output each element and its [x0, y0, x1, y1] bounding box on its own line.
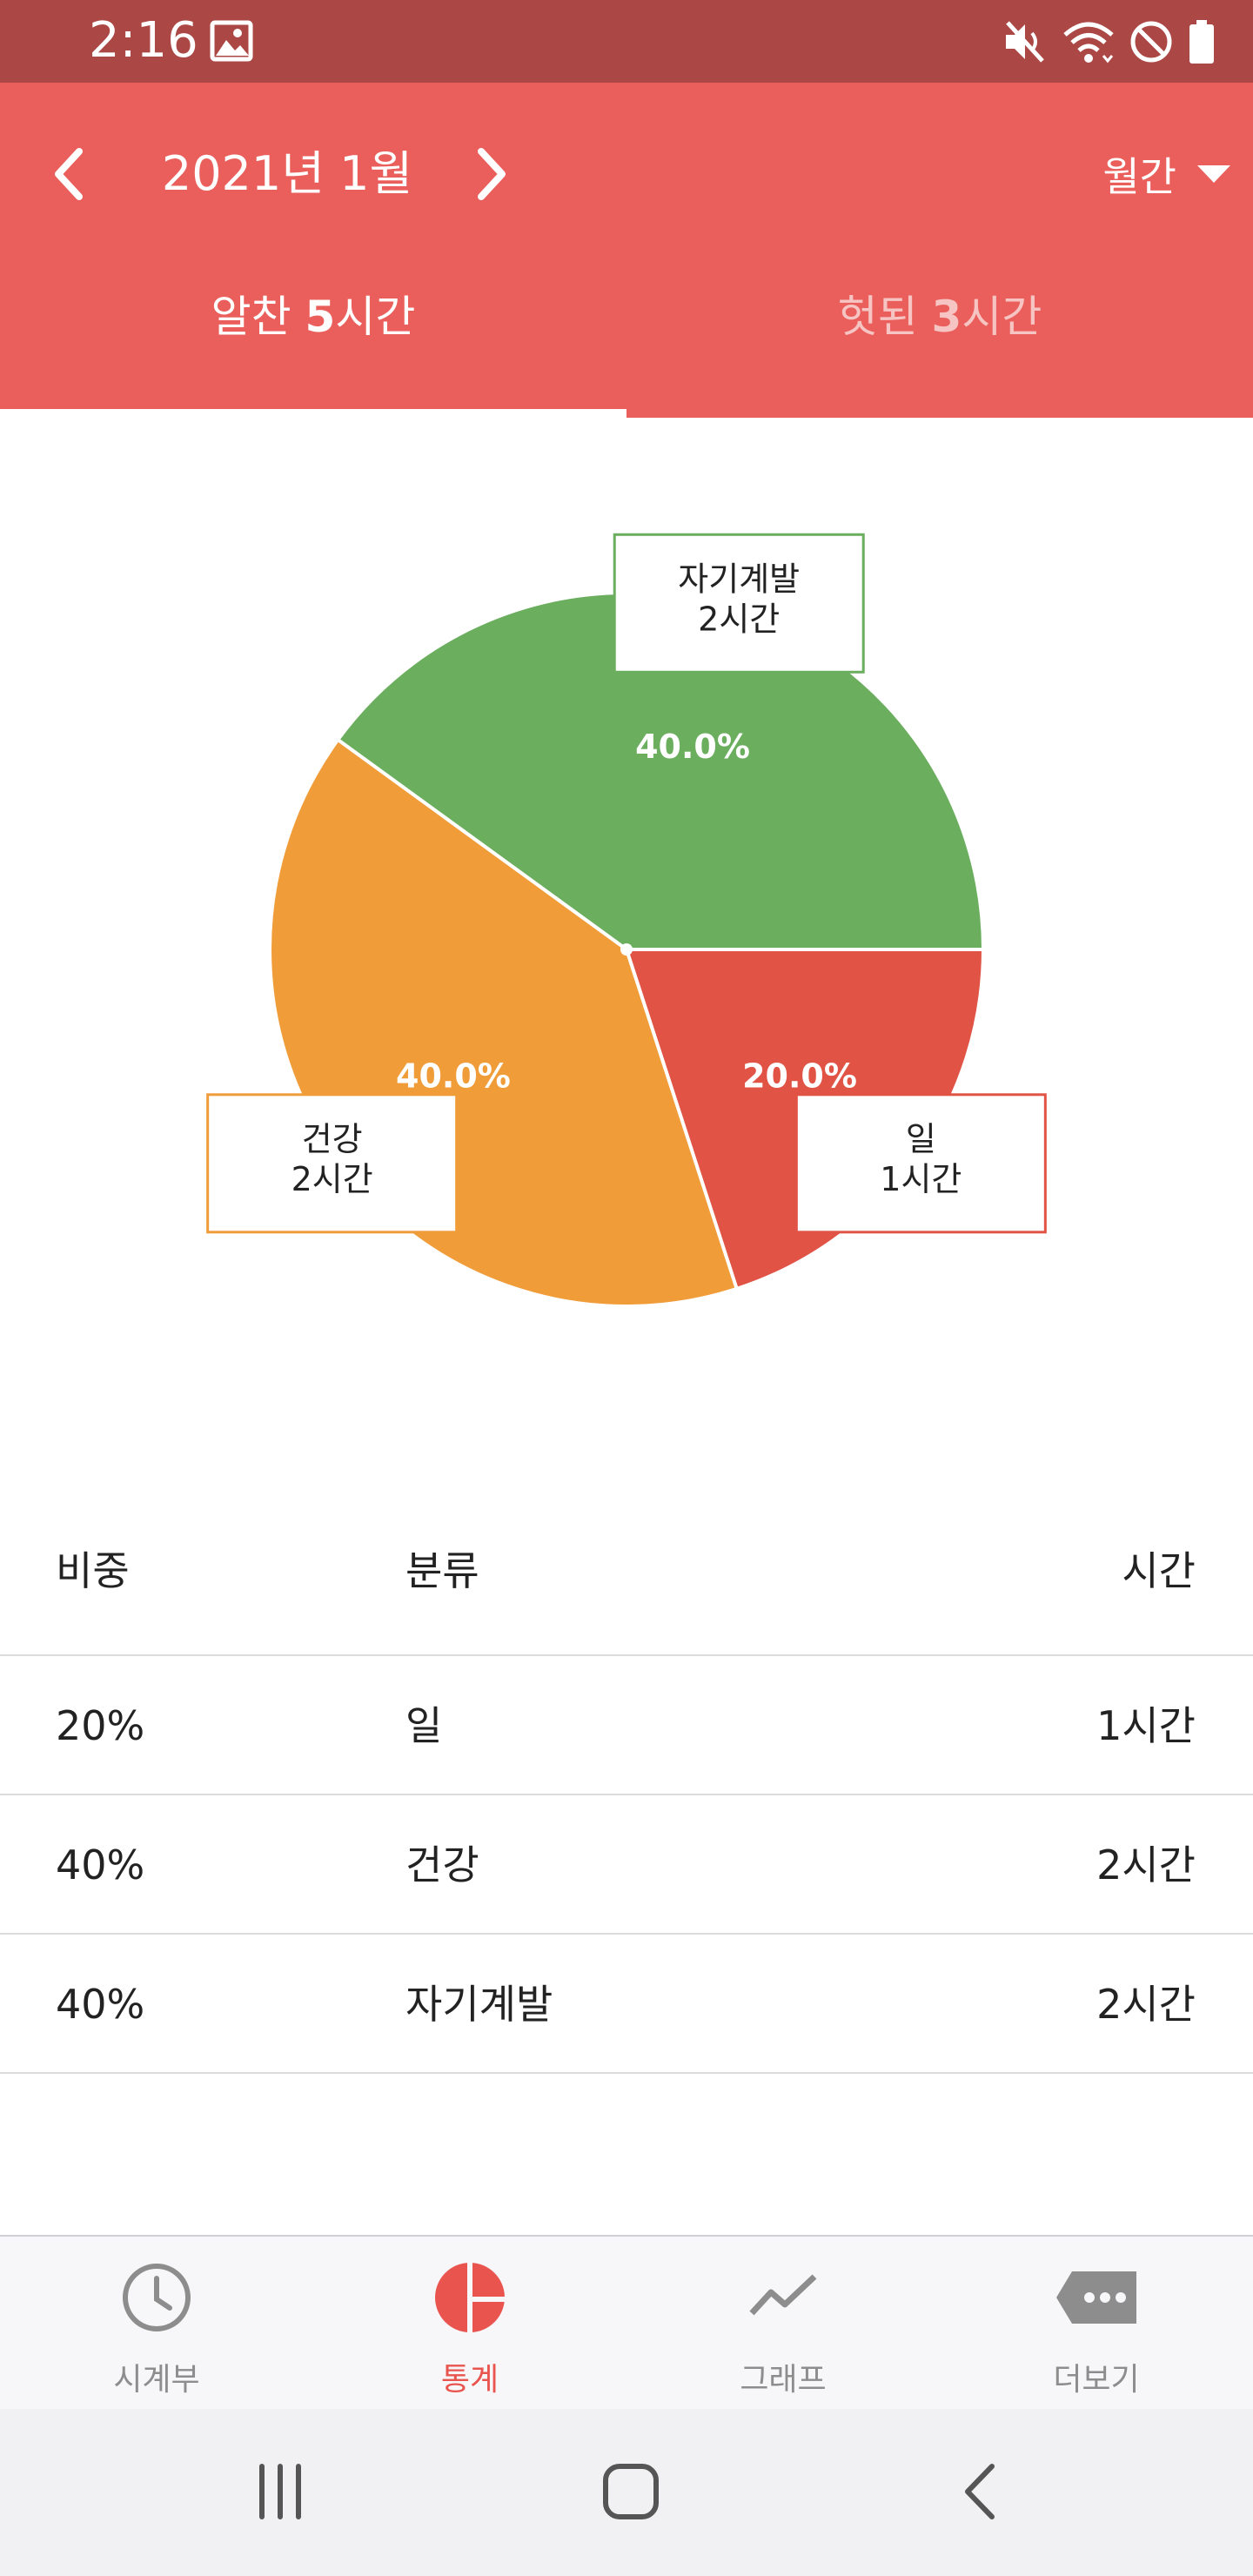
app-bar: 2021년 1월 월간 알찬 5시간 헛된 3시간 — [0, 83, 1253, 418]
dropdown-arrow-icon — [1197, 165, 1230, 183]
period-dropdown[interactable]: 월간 — [1102, 135, 1232, 213]
status-icons — [1001, 14, 1216, 70]
clock-icon — [123, 2264, 191, 2331]
row-category: 건강 — [405, 1841, 479, 1888]
period-label: 월간 — [1102, 153, 1176, 200]
home-button[interactable] — [583, 2444, 679, 2539]
slice-category-label: 건강 — [302, 1120, 363, 1158]
chevron-left-icon — [55, 148, 83, 200]
table-header: 비중 분류 시간 — [0, 1479, 1253, 1656]
home-icon — [603, 2464, 659, 2519]
tab-productive-label: 알찬 5시간 — [211, 292, 416, 342]
row-time: 2시간 — [1096, 1981, 1196, 2028]
trend-line-icon — [749, 2274, 817, 2316]
previous-month-button[interactable] — [30, 135, 108, 213]
slice-category-label: 일 — [906, 1120, 936, 1158]
nav-more[interactable]: 더보기 — [940, 2237, 1253, 2411]
nav-statistics[interactable]: 통계 — [313, 2237, 626, 2411]
nav-timebook[interactable]: 시계부 — [0, 2237, 313, 2411]
tab-productive-time[interactable]: 알찬 5시간 — [0, 248, 626, 418]
slice-callout: 건강2시간 — [206, 1093, 459, 1234]
header-category: 분류 — [405, 1547, 479, 1594]
wifi-icon — [1063, 22, 1114, 64]
row-share: 40% — [56, 1981, 145, 2028]
slice-hours-label: 2시간 — [291, 1160, 373, 1198]
more-icon — [1056, 2271, 1136, 2324]
slice-callout: 자기계발2시간 — [613, 533, 865, 674]
slice-percent-label: 40.0% — [396, 1057, 511, 1096]
nav-graph[interactable]: 그래프 — [626, 2237, 940, 2411]
nav-timebook-label: 시계부 — [113, 2362, 200, 2398]
tab-wasted-time[interactable]: 헛된 3시간 — [626, 248, 1253, 418]
pie-chart: 40.0%자기계발2시간20.0%일1시간40.0%건강2시간 — [206, 533, 1047, 1308]
header-share: 비중 — [56, 1547, 130, 1594]
tab-wasted-label: 헛된 3시간 — [837, 292, 1042, 342]
slice-callout: 일1시간 — [794, 1093, 1047, 1234]
slice-hours-label: 2시간 — [698, 600, 780, 638]
row-share: 40% — [56, 1841, 145, 1888]
active-tab-indicator — [0, 409, 626, 418]
back-button[interactable] — [933, 2444, 1029, 2539]
slice-percent-label: 40.0% — [635, 728, 750, 766]
recent-apps-button[interactable] — [232, 2444, 328, 2539]
system-navigation-bar — [0, 2409, 1253, 2576]
nav-graph-label: 그래프 — [740, 2362, 827, 2398]
status-bar: 2:16 — [0, 0, 1253, 83]
row-category: 일 — [405, 1702, 443, 1749]
row-category: 자기계발 — [405, 1981, 553, 2028]
chevron-right-icon — [478, 148, 506, 200]
back-icon — [965, 2464, 995, 2519]
pie-center-dot — [620, 943, 633, 956]
stats-table: 비중 분류 시간 20% 일 1시간 40% 건강 2시간 40% 자기계발 2… — [0, 1479, 1253, 2074]
image-icon — [210, 20, 253, 62]
current-month-title: 2021년 1월 — [161, 146, 413, 201]
mute-icon — [1006, 21, 1044, 63]
table-row[interactable]: 40% 자기계발 2시간 — [0, 1935, 1253, 2074]
slice-category-label: 자기계발 — [678, 560, 800, 598]
slice-percent-label: 20.0% — [742, 1057, 857, 1096]
pie-chart-icon — [435, 2263, 505, 2332]
do-not-disturb-icon — [1130, 21, 1172, 63]
nav-statistics-label: 통계 — [440, 2362, 499, 2398]
row-share: 20% — [56, 1702, 145, 1749]
slice-hours-label: 1시간 — [880, 1160, 962, 1198]
table-row[interactable]: 40% 건강 2시간 — [0, 1795, 1253, 1935]
table-row[interactable]: 20% 일 1시간 — [0, 1656, 1253, 1795]
row-time: 2시간 — [1096, 1841, 1196, 1888]
battery-icon — [1189, 20, 1214, 64]
header-time: 시간 — [1122, 1547, 1196, 1594]
next-month-button[interactable] — [452, 135, 531, 213]
bottom-navigation: 시계부 통계 그래프 더보기 — [0, 2235, 1253, 2409]
row-time: 1시간 — [1096, 1702, 1196, 1749]
recent-apps-icon — [259, 2464, 301, 2519]
nav-more-label: 더보기 — [1053, 2362, 1140, 2398]
tab-bar: 알찬 5시간 헛된 3시간 — [0, 248, 1253, 418]
status-time: 2:16 — [89, 12, 198, 69]
